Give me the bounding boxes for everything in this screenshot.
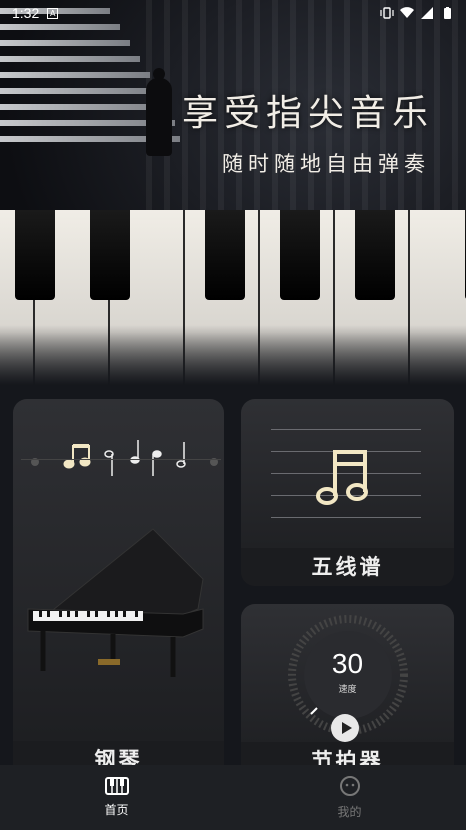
notification-icon: A	[47, 7, 59, 19]
music-notes-decoration	[21, 434, 221, 484]
battery-icon	[444, 7, 451, 19]
nav-home[interactable]: 首页	[0, 765, 233, 830]
staff-card[interactable]: 五线谱	[241, 399, 454, 586]
nav-mine[interactable]: 我的	[233, 765, 466, 830]
piano-keyboard-icon	[104, 777, 129, 795]
nav-home-label: 首页	[104, 803, 129, 817]
banner-title: 享受指尖音乐	[181, 93, 434, 134]
piano-card[interactable]: 钢琴	[13, 399, 224, 779]
status-time: 1:32	[12, 5, 40, 21]
staff-card-label: 五线谱	[241, 548, 454, 586]
user-face-icon	[339, 776, 360, 796]
grand-piano-illustration	[27, 528, 204, 677]
metronome-card[interactable]: 30 速度 节拍器	[241, 604, 454, 780]
pianist-silhouette	[146, 68, 172, 156]
banner-subtitle: 随时随地自由弹奏	[222, 152, 430, 176]
tempo-unit: 速度	[338, 685, 357, 695]
wifi-icon	[400, 7, 414, 19]
status-bar: 1:32 A	[0, 0, 466, 26]
play-button[interactable]	[331, 714, 359, 742]
tempo-value: 30	[331, 648, 364, 679]
bottom-nav: 首页 我的	[0, 765, 466, 830]
hero-banner: 享受指尖音乐 随时随地自由弹奏	[0, 0, 466, 385]
signal-icon	[421, 7, 433, 19]
double-note-icon	[316, 450, 368, 505]
vibrate-icon	[380, 7, 394, 19]
nav-mine-label: 我的	[337, 805, 362, 819]
